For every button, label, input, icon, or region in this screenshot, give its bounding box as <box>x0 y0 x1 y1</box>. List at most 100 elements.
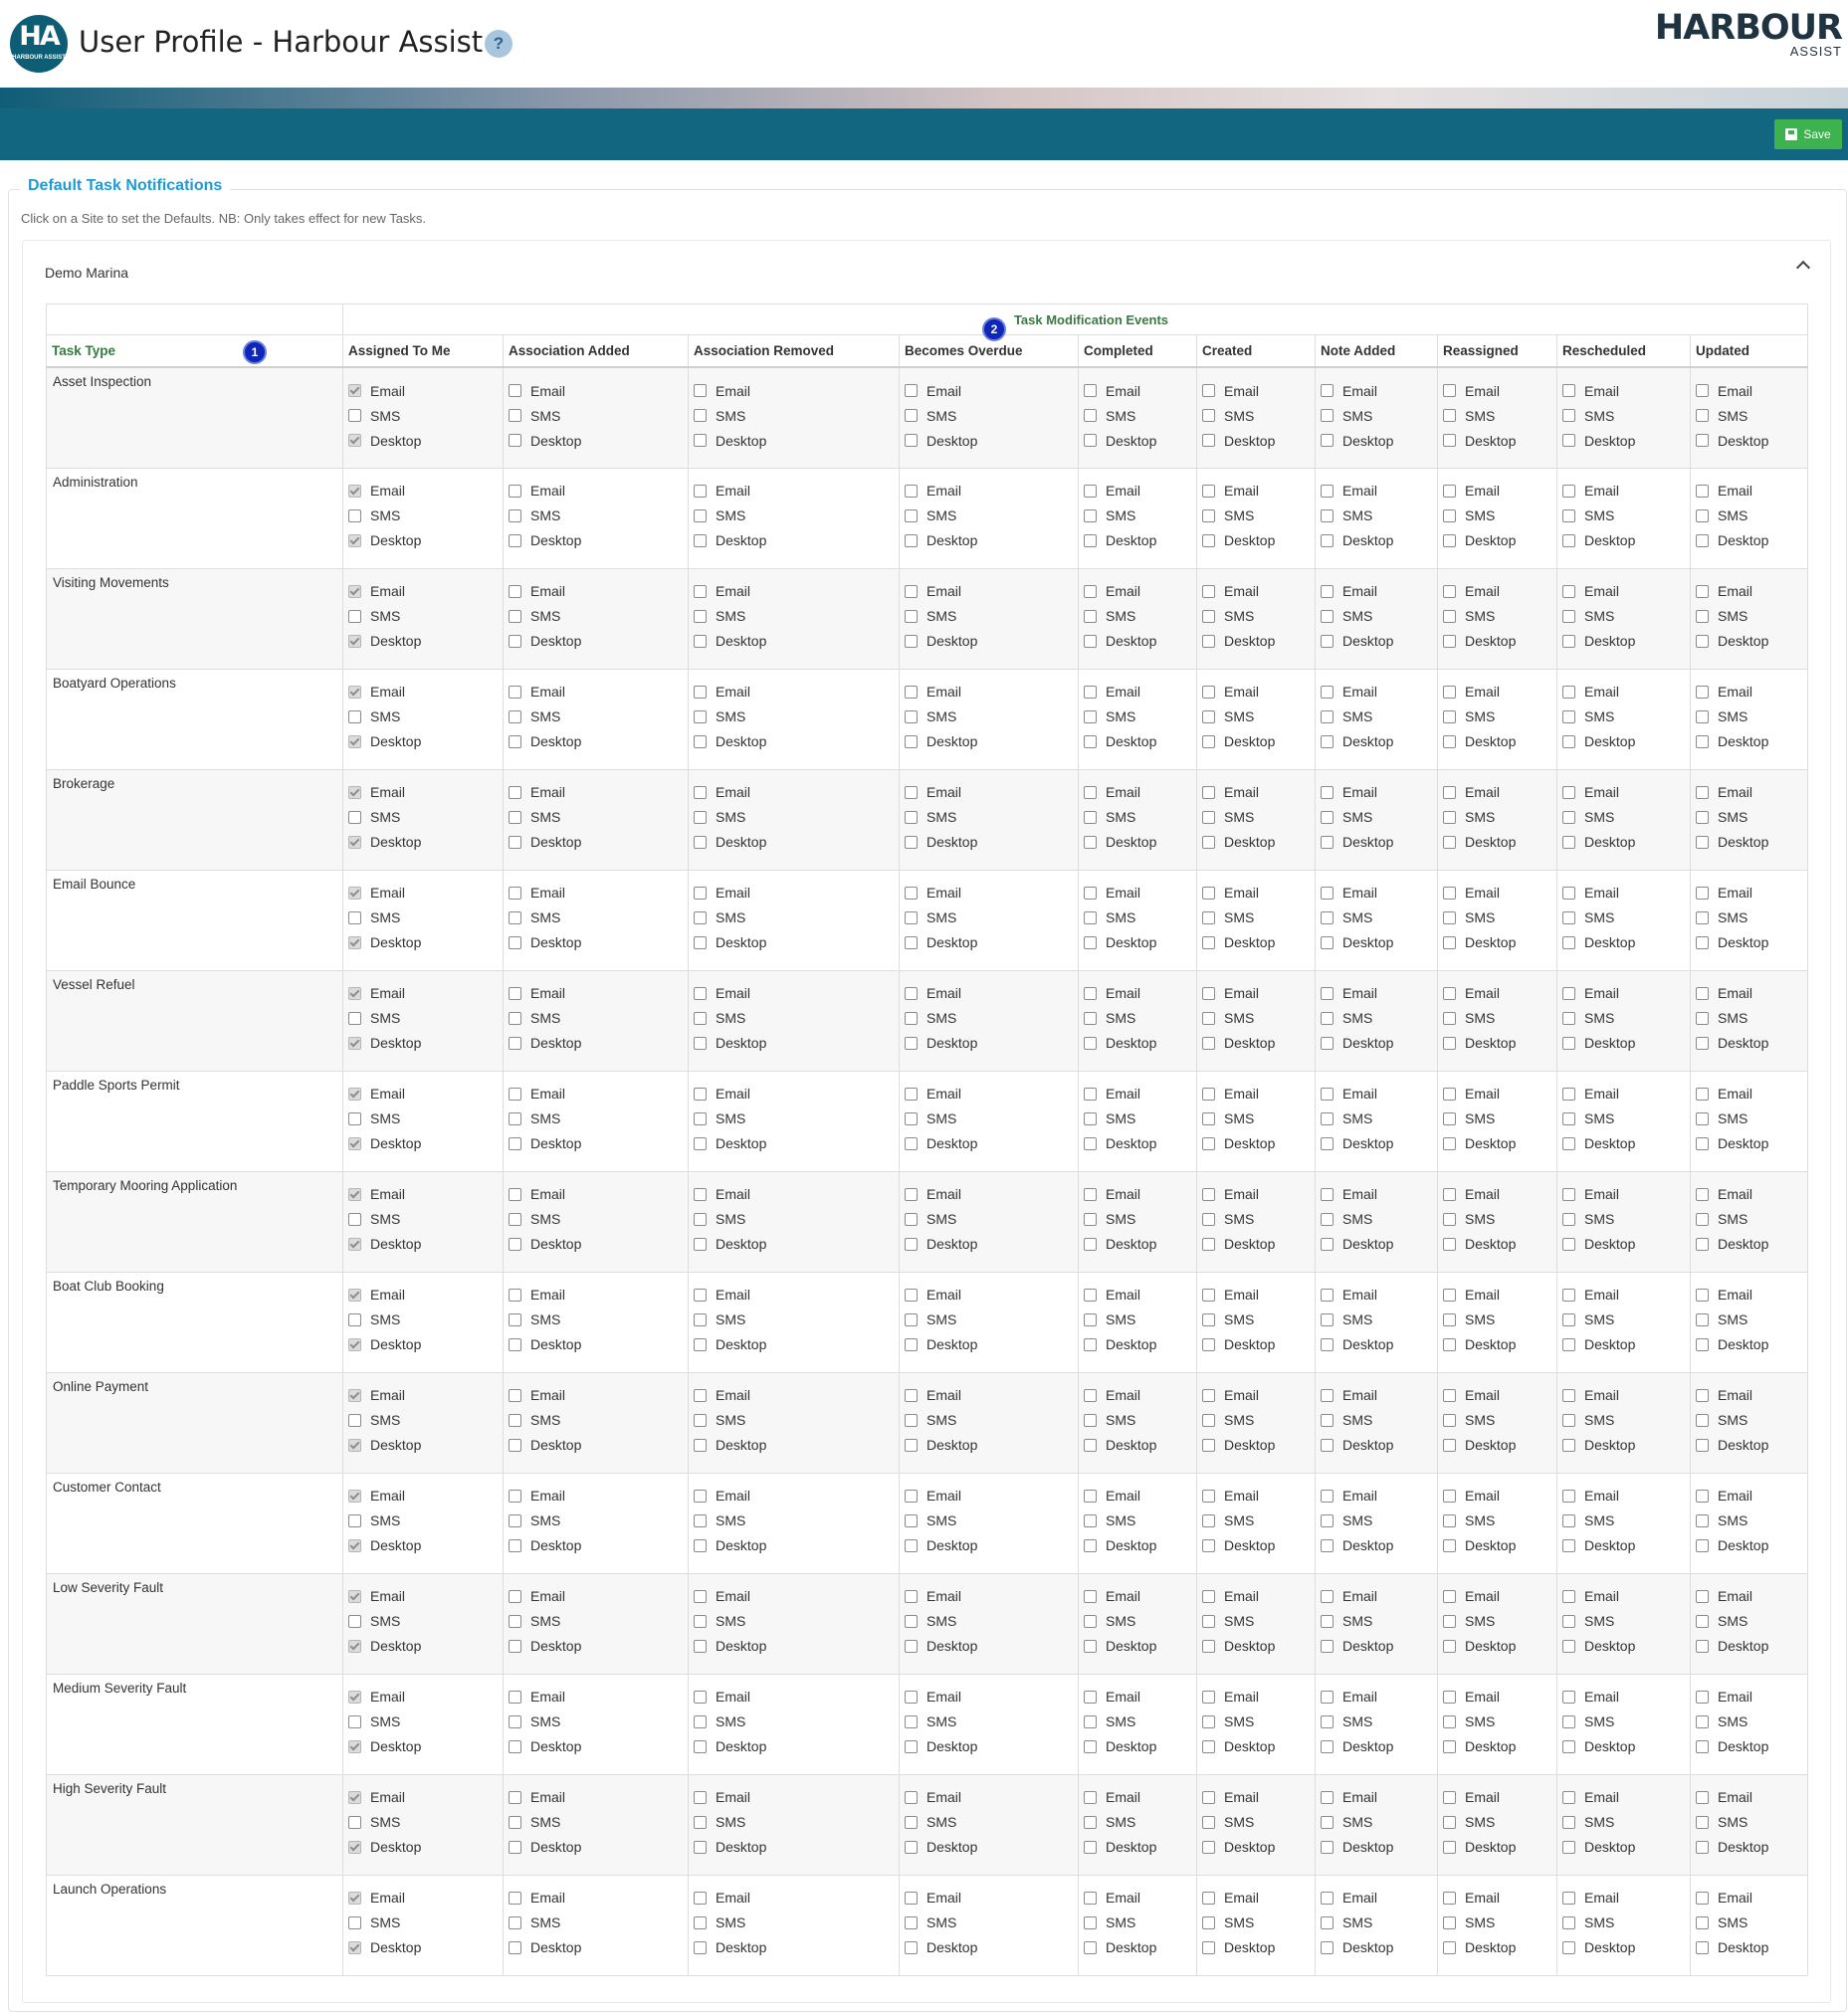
email-checkbox[interactable] <box>694 1388 707 1402</box>
notification-option[interactable]: Desktop <box>348 629 503 654</box>
email-checkbox[interactable] <box>1562 986 1575 1000</box>
sms-checkbox[interactable] <box>1084 409 1097 422</box>
notification-option[interactable]: Desktop <box>1321 1232 1437 1257</box>
notification-option[interactable]: Email <box>905 1484 1078 1509</box>
notification-option[interactable]: Email <box>348 780 503 805</box>
notification-option[interactable]: SMS <box>1443 905 1556 930</box>
email-checkbox[interactable] <box>694 986 707 1000</box>
notification-option[interactable]: Desktop <box>1562 1031 1690 1056</box>
notification-option[interactable]: Desktop <box>509 428 688 453</box>
sms-checkbox[interactable] <box>1696 1413 1709 1427</box>
notification-option[interactable]: Email <box>1202 1584 1315 1609</box>
notification-option[interactable]: SMS <box>1202 1509 1315 1533</box>
sms-checkbox[interactable] <box>1696 609 1709 623</box>
sms-checkbox[interactable] <box>1443 709 1456 723</box>
notification-option[interactable]: SMS <box>1562 1408 1690 1433</box>
desktop-checkbox[interactable] <box>1321 1136 1334 1150</box>
notification-option[interactable]: SMS <box>1562 1207 1690 1232</box>
notification-option[interactable]: Desktop <box>905 1031 1078 1056</box>
desktop-checkbox[interactable] <box>905 634 918 648</box>
notification-option[interactable]: SMS <box>1562 1710 1690 1734</box>
notification-option[interactable]: SMS <box>1202 604 1315 629</box>
notification-option[interactable]: Desktop <box>1084 528 1196 553</box>
sms-checkbox[interactable] <box>348 1513 361 1527</box>
notification-option[interactable]: Email <box>509 981 688 1006</box>
notification-option[interactable]: Email <box>509 1283 688 1308</box>
notification-option[interactable]: SMS <box>905 805 1078 830</box>
email-checkbox[interactable] <box>1696 1589 1709 1603</box>
desktop-checkbox[interactable] <box>1084 935 1097 949</box>
notification-option[interactable]: SMS <box>1321 1207 1437 1232</box>
notification-option[interactable]: Desktop <box>1443 1131 1556 1156</box>
sms-checkbox[interactable] <box>1084 1614 1097 1628</box>
desktop-checkbox[interactable] <box>1696 1237 1709 1251</box>
notification-option[interactable]: Email <box>1202 1383 1315 1408</box>
notification-option[interactable]: Email <box>348 1283 503 1308</box>
notification-option[interactable]: Desktop <box>348 528 503 553</box>
notification-option[interactable]: Desktop <box>1202 629 1315 654</box>
notification-option[interactable]: Email <box>905 780 1078 805</box>
sms-checkbox[interactable] <box>348 508 361 522</box>
email-checkbox[interactable] <box>1696 584 1709 598</box>
desktop-checkbox[interactable] <box>348 1136 361 1150</box>
email-checkbox[interactable] <box>1202 384 1215 397</box>
sms-checkbox[interactable] <box>348 1915 361 1929</box>
email-checkbox[interactable] <box>1696 384 1709 397</box>
notification-option[interactable]: Email <box>905 981 1078 1006</box>
desktop-checkbox[interactable] <box>1696 734 1709 748</box>
sms-checkbox[interactable] <box>1696 1614 1709 1628</box>
notification-option[interactable]: SMS <box>1696 1006 1807 1031</box>
desktop-checkbox[interactable] <box>1084 1639 1097 1653</box>
email-checkbox[interactable] <box>348 1790 361 1804</box>
notification-option[interactable]: Email <box>509 1182 688 1207</box>
desktop-checkbox[interactable] <box>509 1036 521 1050</box>
desktop-checkbox[interactable] <box>1696 1538 1709 1552</box>
desktop-checkbox[interactable] <box>694 1438 707 1452</box>
sms-checkbox[interactable] <box>348 1714 361 1728</box>
desktop-checkbox[interactable] <box>1084 1036 1097 1050</box>
desktop-checkbox[interactable] <box>1084 835 1097 849</box>
desktop-checkbox[interactable] <box>1321 1237 1334 1251</box>
notification-option[interactable]: SMS <box>509 704 688 729</box>
notification-option[interactable]: Email <box>1562 579 1690 604</box>
desktop-checkbox[interactable] <box>1443 1136 1456 1150</box>
desktop-checkbox[interactable] <box>509 634 521 648</box>
notification-option[interactable]: SMS <box>1443 503 1556 528</box>
email-checkbox[interactable] <box>905 1288 918 1302</box>
notification-option[interactable]: Desktop <box>1562 930 1690 955</box>
sms-checkbox[interactable] <box>1202 508 1215 522</box>
notification-option[interactable]: Desktop <box>905 1634 1078 1659</box>
email-checkbox[interactable] <box>348 886 361 900</box>
notification-option[interactable]: Desktop <box>1562 1433 1690 1458</box>
email-checkbox[interactable] <box>694 785 707 799</box>
notification-option[interactable]: SMS <box>1696 1810 1807 1835</box>
sms-checkbox[interactable] <box>905 1614 918 1628</box>
desktop-checkbox[interactable] <box>1321 734 1334 748</box>
notification-option[interactable]: Desktop <box>509 1935 688 1960</box>
desktop-checkbox[interactable] <box>1562 1940 1575 1954</box>
email-checkbox[interactable] <box>694 1891 707 1905</box>
email-checkbox[interactable] <box>1202 1690 1215 1704</box>
notification-option[interactable]: Desktop <box>1321 1433 1437 1458</box>
notification-option[interactable]: SMS <box>1443 1509 1556 1533</box>
notification-option[interactable]: SMS <box>1084 905 1196 930</box>
notification-option[interactable]: SMS <box>1696 503 1807 528</box>
desktop-checkbox[interactable] <box>694 634 707 648</box>
desktop-checkbox[interactable] <box>348 1337 361 1351</box>
sms-checkbox[interactable] <box>694 1915 707 1929</box>
sms-checkbox[interactable] <box>1562 409 1575 422</box>
sms-checkbox[interactable] <box>1443 508 1456 522</box>
notification-option[interactable]: SMS <box>509 604 688 629</box>
notification-option[interactable]: Email <box>1696 1082 1807 1107</box>
desktop-checkbox[interactable] <box>694 1538 707 1552</box>
notification-option[interactable]: Email <box>1084 981 1196 1006</box>
notification-option[interactable]: SMS <box>1202 1710 1315 1734</box>
notification-option[interactable]: Email <box>1321 1484 1437 1509</box>
notification-option[interactable]: Desktop <box>1084 629 1196 654</box>
notification-option[interactable]: SMS <box>694 1107 899 1131</box>
desktop-checkbox[interactable] <box>509 1840 521 1854</box>
desktop-checkbox[interactable] <box>348 1237 361 1251</box>
notification-option[interactable]: SMS <box>1321 905 1437 930</box>
desktop-checkbox[interactable] <box>509 835 521 849</box>
notification-option[interactable]: Desktop <box>1443 1835 1556 1860</box>
